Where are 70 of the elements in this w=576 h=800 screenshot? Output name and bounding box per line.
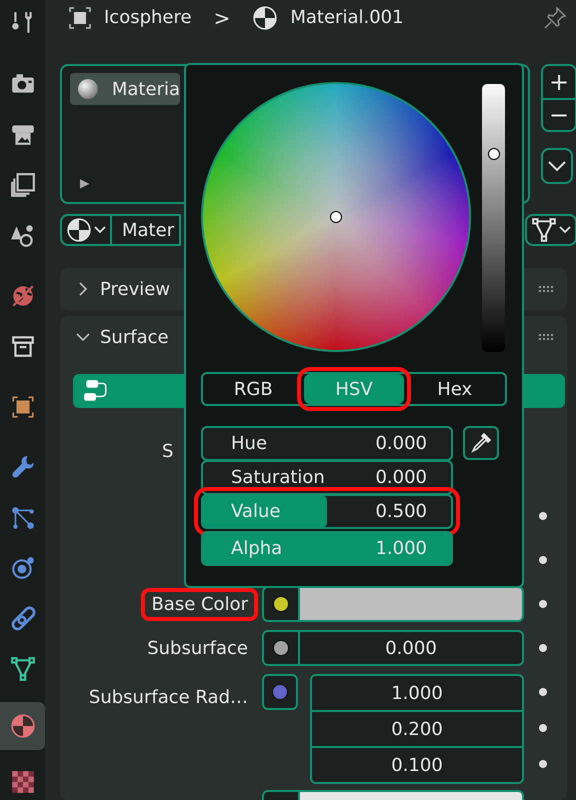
link-icon xyxy=(10,606,36,632)
object-square-icon xyxy=(68,6,92,30)
keyframe-dot[interactable] xyxy=(539,556,547,564)
object-name: Icosphere xyxy=(104,7,192,28)
keyframe-dot[interactable] xyxy=(539,724,547,732)
slider-value: 0.000 xyxy=(375,433,427,454)
keyframe-dot[interactable] xyxy=(539,512,547,520)
panel-header[interactable]: Preview xyxy=(76,278,170,300)
orbit-icon xyxy=(10,555,36,582)
chevron-down-icon xyxy=(94,226,106,234)
slider-label: Hue xyxy=(231,433,268,454)
keyframe-dot[interactable] xyxy=(539,760,547,768)
value-field[interactable]: 0.100 xyxy=(312,746,522,782)
value-field[interactable]: 0.200 xyxy=(312,710,522,746)
globe-icon xyxy=(10,282,36,309)
slider-label: Value xyxy=(231,501,280,522)
triangle-mesh-icon xyxy=(531,217,557,243)
slider-thumb[interactable] xyxy=(488,148,500,160)
eyedropper-button[interactable] xyxy=(463,426,499,460)
color-mode-tab[interactable]: Hex xyxy=(404,374,506,404)
material-sphere-icon xyxy=(66,217,92,243)
material-sphere-icon xyxy=(10,712,36,739)
keyframe-dot[interactable] xyxy=(539,644,547,652)
wrench-icon xyxy=(10,454,36,480)
breadcrumb-separator: > xyxy=(214,6,230,30)
color-swatch[interactable] xyxy=(298,586,524,622)
sphere-icon xyxy=(76,77,100,101)
property-label: S xyxy=(161,440,174,464)
color-mode-tab[interactable]: RGB xyxy=(203,374,304,404)
square-icon xyxy=(10,394,36,420)
property-label: Base Color xyxy=(141,588,258,620)
remove-slot-button[interactable]: − xyxy=(543,98,575,130)
slider-label: Alpha xyxy=(231,538,282,559)
image-stack-icon xyxy=(10,172,36,198)
value-field[interactable]: 0.000 xyxy=(298,630,524,666)
slider-field[interactable]: Hue 0.000 xyxy=(201,426,453,461)
slider-value: 0.500 xyxy=(375,501,427,522)
socket-button[interactable] xyxy=(262,674,298,710)
checker-icon xyxy=(10,768,36,795)
slider-value: 1.000 xyxy=(375,538,427,559)
chevron-down-icon xyxy=(559,226,571,234)
chevron-down-icon xyxy=(547,160,567,172)
material-type-button[interactable] xyxy=(60,214,112,246)
material-name-field[interactable]: Mater xyxy=(112,214,181,246)
keyframe-dot[interactable] xyxy=(539,600,547,608)
drag-grip-icon[interactable] xyxy=(539,286,555,292)
add-slot-button[interactable]: + xyxy=(543,66,575,98)
material-sphere-icon xyxy=(252,4,278,30)
property-label: Subsurface Rad… xyxy=(88,686,249,710)
material-slot[interactable]: Materia xyxy=(70,73,180,105)
wheel-cursor[interactable] xyxy=(330,211,342,223)
value-field[interactable]: 1.000 xyxy=(312,676,522,710)
pin-icon[interactable] xyxy=(543,6,567,30)
menu-button[interactable] xyxy=(541,148,573,184)
socket-button[interactable] xyxy=(262,630,298,666)
expand-toggle[interactable]: ▶ xyxy=(80,176,90,190)
panel-header[interactable]: Surface xyxy=(76,326,169,348)
node-link-icon xyxy=(83,378,109,404)
brightness-slider[interactable] xyxy=(482,84,505,352)
slider-label: Saturation xyxy=(231,467,325,488)
triangle-mesh-icon xyxy=(10,656,36,682)
eyedropper-icon xyxy=(469,431,493,455)
property-label: Subsurface xyxy=(146,636,249,660)
socket-button[interactable] xyxy=(262,586,298,622)
node-tree-button[interactable] xyxy=(525,214,576,246)
slider-value: 0.000 xyxy=(375,467,427,488)
drag-grip-icon[interactable] xyxy=(539,334,555,340)
nodes-icon xyxy=(10,504,36,531)
material-name: Material.001 xyxy=(290,7,404,28)
keyframe-dot[interactable] xyxy=(539,688,547,696)
